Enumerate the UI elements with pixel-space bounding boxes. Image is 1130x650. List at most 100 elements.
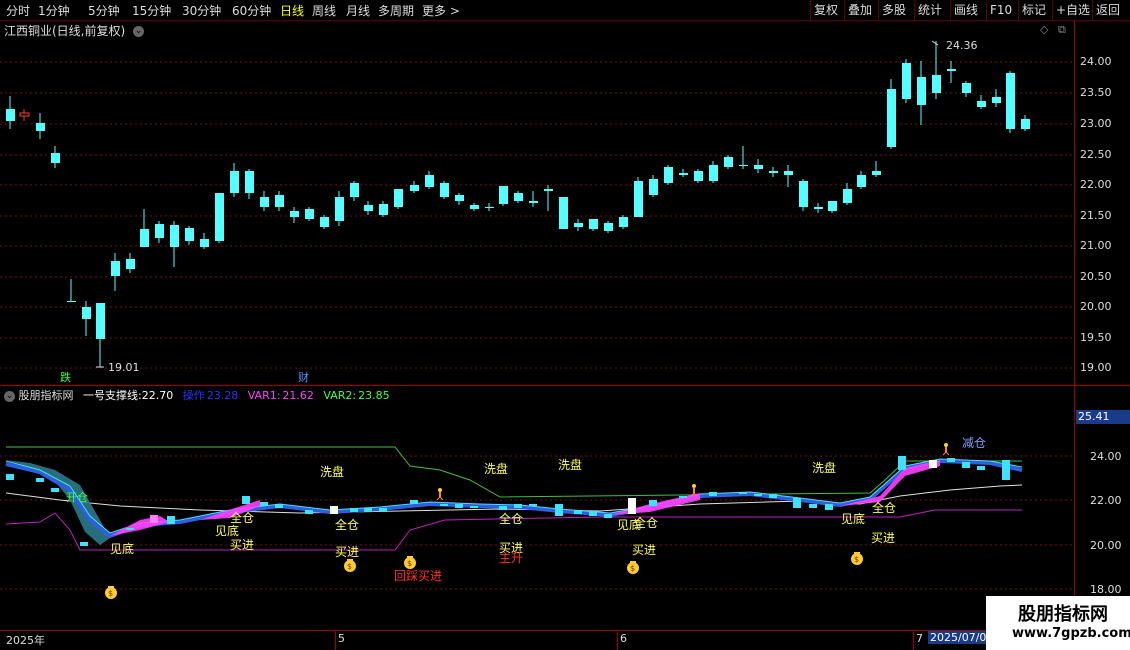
- annotation-jiandi: 见底: [110, 541, 134, 556]
- candle-body: [260, 197, 269, 207]
- candle-body: [245, 171, 254, 193]
- indicator-bar: [260, 502, 268, 506]
- tab-more[interactable]: 更多 >: [422, 2, 460, 19]
- money-bag-icon: $: [404, 556, 416, 569]
- indicator-bar: [36, 478, 44, 482]
- annotation-xipan: 洗盘: [812, 460, 836, 475]
- indicator-tick: 20.00: [1090, 539, 1122, 552]
- candle-body: [425, 175, 434, 187]
- candle-body: [634, 181, 643, 217]
- candle-body: [664, 167, 673, 183]
- candle-body: [799, 181, 808, 207]
- candle-body: [544, 189, 553, 191]
- indicator-bar: [962, 462, 970, 468]
- candle-body: [19, 112, 30, 117]
- price-tick: 24.00: [1080, 55, 1112, 68]
- candle-body: [559, 197, 568, 229]
- overlay-button[interactable]: 叠加: [844, 0, 875, 20]
- statistics-button[interactable]: 统计: [914, 0, 945, 20]
- draw-line-button[interactable]: 画线: [950, 0, 981, 20]
- annotation-mairu: 买进: [632, 543, 656, 557]
- candle-body: [514, 193, 523, 201]
- svg-text:$: $: [407, 559, 412, 568]
- tab-multi-period[interactable]: 多周期: [378, 2, 414, 19]
- indicator-bar: [739, 492, 747, 494]
- price-tick: 21.00: [1080, 239, 1112, 252]
- tab-monthly[interactable]: 月线: [346, 2, 370, 19]
- money-bag-icon: $: [344, 559, 356, 572]
- candle-body: [857, 175, 866, 187]
- candle-body: [992, 97, 1001, 103]
- fuquan-button[interactable]: 复权: [810, 0, 841, 20]
- mark-button[interactable]: 标记: [1018, 0, 1049, 20]
- indicator-bar: [379, 508, 387, 512]
- svg-text:$: $: [854, 555, 859, 564]
- watermark-url: www.7gpzb.com: [1012, 626, 1130, 641]
- tab-60min[interactable]: 60分钟: [232, 2, 271, 19]
- candle-body: [200, 239, 209, 247]
- candle-body: [649, 179, 658, 195]
- multi-stock-button[interactable]: 多股: [878, 0, 909, 20]
- tab-30min[interactable]: 30分钟: [182, 2, 221, 19]
- indicator-bar: [410, 500, 418, 504]
- var2-line: [6, 446, 1022, 498]
- indicator-chart[interactable]: 洗盘 洗盘 洗盘 洗盘 见底 见底 见底 见底 全仓 全仓 全仓 全仓 全仓 买…: [0, 400, 1074, 630]
- indicator-bar: [589, 512, 597, 516]
- annotation-quancang: 全仓: [335, 517, 359, 532]
- candle-body: [902, 63, 911, 99]
- watermark-title: 股朋指标网: [1018, 604, 1108, 625]
- bullish-fill: [110, 516, 170, 536]
- candle-body: [604, 223, 613, 231]
- tab-daily[interactable]: 日线: [280, 2, 304, 19]
- candle-body: [739, 165, 748, 166]
- runner-icon: [436, 488, 444, 501]
- f10-button[interactable]: F10: [986, 0, 1015, 20]
- tab-weekly[interactable]: 周线: [312, 2, 336, 19]
- time-label: 2025年: [6, 634, 45, 647]
- candlestick-chart[interactable]: 24.36 19.01 跌 财: [0, 21, 1074, 385]
- indicator-bar: [628, 498, 636, 514]
- indicator-tick: 22.00: [1090, 494, 1122, 507]
- price-tick: 19.50: [1080, 331, 1112, 344]
- indicator-tick: 18.00: [1090, 583, 1122, 596]
- candle-body: [843, 189, 852, 203]
- candle-body: [1006, 73, 1015, 129]
- teal-band: [6, 460, 110, 545]
- indicator-bar: [649, 500, 657, 506]
- candle-body: [155, 224, 164, 238]
- annotation-jiandi: 见底: [841, 511, 865, 526]
- indicator-bar: [555, 504, 563, 516]
- time-axis: 2025年 5 6 7 2025/07/0: [0, 631, 1074, 650]
- candle-body: [6, 109, 15, 121]
- indicator-bar: [455, 504, 463, 508]
- tab-minute-chart[interactable]: 分时: [6, 2, 30, 19]
- candle-body: [215, 193, 224, 241]
- pane-divider: [0, 385, 1130, 386]
- tab-1min[interactable]: 1分钟: [38, 2, 70, 19]
- indicator-bar: [793, 498, 801, 508]
- tab-15min[interactable]: 15分钟: [132, 2, 171, 19]
- tab-5min[interactable]: 5分钟: [88, 2, 120, 19]
- indicator-bar: [305, 510, 313, 514]
- candle-body: [36, 123, 45, 131]
- indicator-bar: [126, 528, 134, 530]
- candle-body: [784, 171, 793, 175]
- annotation-xipan: 洗盘: [320, 464, 344, 479]
- candle-body: [485, 207, 494, 208]
- time-label: 7: [916, 632, 923, 645]
- annotation-quancang: 全仓: [230, 510, 254, 525]
- price-tick: 23.50: [1080, 86, 1112, 99]
- candle-body: [574, 223, 583, 227]
- indicator-bar: [1002, 460, 1010, 480]
- high-pointer: [931, 40, 939, 46]
- candle-body: [887, 89, 896, 147]
- runner-icon: [942, 443, 950, 456]
- time-label: 6: [620, 632, 627, 645]
- annotation-quancang: 全仓: [872, 500, 896, 515]
- indicator-bar: [754, 494, 762, 496]
- time-label: 5: [338, 632, 345, 645]
- candle-body: [947, 69, 956, 71]
- indicator-bar: [947, 458, 955, 462]
- candle-body: [828, 201, 837, 211]
- indicator-bar: [6, 474, 14, 480]
